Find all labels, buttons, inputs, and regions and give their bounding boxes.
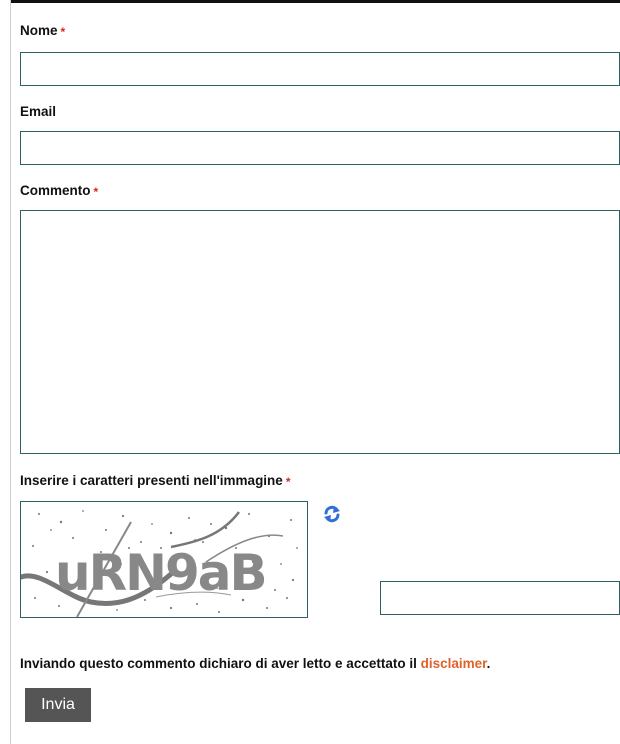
disclaimer-link[interactable]: disclaimer [421,656,487,671]
captcha-input[interactable] [380,581,620,615]
required-mark: * [60,25,66,39]
captcha-image: uRN9aB [20,501,308,618]
top-border [10,0,620,3]
captcha-text: uRN9aB [55,544,266,602]
email-field[interactable] [20,131,620,165]
name-field[interactable] [20,52,620,86]
disclaimer-text: Inviando questo commento dichiaro di ave… [20,656,491,671]
email-label: Email [20,104,57,119]
left-divider [10,0,11,744]
captcha-label: Inserire i caratteri presenti nell'immag… [20,473,291,489]
required-mark: * [285,475,291,489]
name-label: Nome * [20,23,66,39]
comment-textarea[interactable] [20,210,620,454]
submit-button[interactable]: Invia [25,688,91,722]
refresh-icon[interactable] [321,503,343,525]
comment-label: Commento * [20,183,99,199]
required-mark: * [93,185,99,199]
